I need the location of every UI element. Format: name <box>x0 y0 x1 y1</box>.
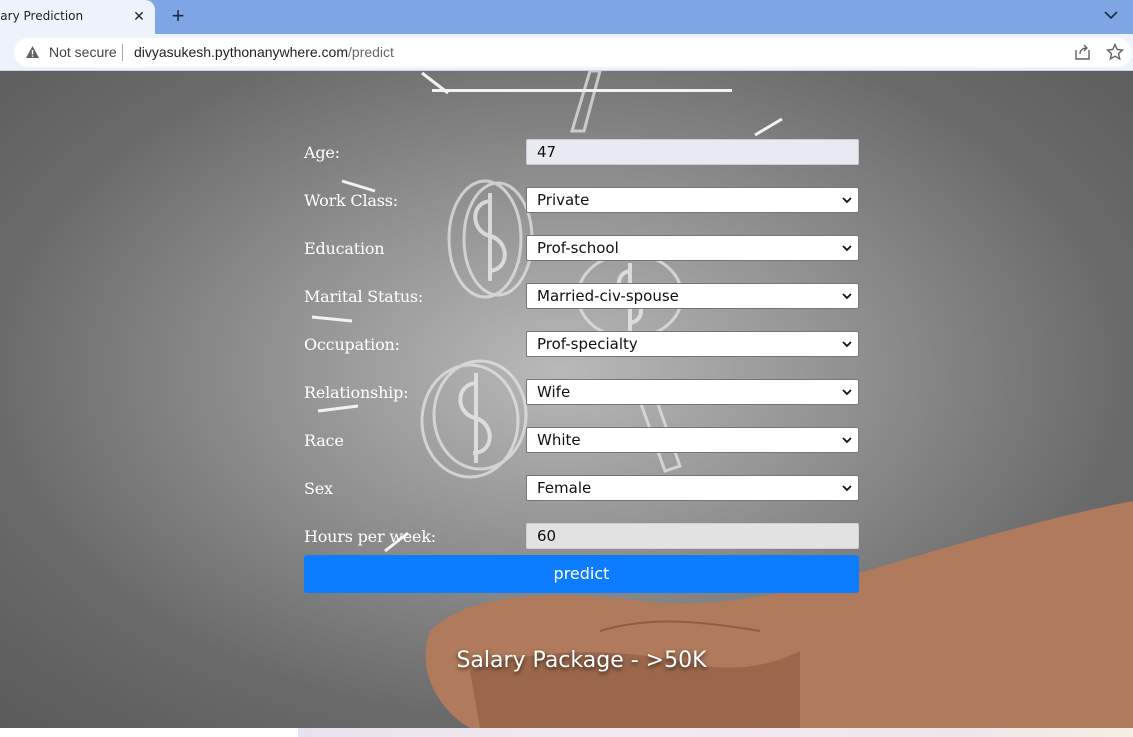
relationship-select[interactable]: Wife <box>526 379 859 405</box>
hours-per-week-input[interactable]: 60 <box>526 523 859 549</box>
sex-label: Sex <box>304 479 333 498</box>
marital-status-select[interactable]: Married-civ-spouse <box>526 283 859 309</box>
url-text[interactable]: divyasukesh.pythonanywhere.com/predict <box>134 44 394 60</box>
tab-title: Salary Prediction <box>0 9 84 23</box>
chevron-down-icon <box>842 485 852 492</box>
title-divider <box>432 89 732 92</box>
education-row: Education Prof-school <box>304 235 859 263</box>
url-separator <box>122 44 123 61</box>
work-class-label: Work Class: <box>304 191 398 210</box>
chevron-down-icon <box>842 341 852 348</box>
age-row: Age: 47 <box>304 139 859 167</box>
occupation-label: Occupation: <box>304 335 400 354</box>
chevron-down-icon <box>842 245 852 252</box>
chevron-down-icon[interactable] <box>1100 4 1122 26</box>
education-value: Prof-school <box>537 239 619 257</box>
marital-status-value: Married-civ-spouse <box>537 287 679 305</box>
sex-row: Sex Female <box>304 475 859 503</box>
url-input[interactable]: Not secure divyasukesh.pythonanywhere.co… <box>14 38 1132 67</box>
prediction-result: Salary Package - >50K <box>456 648 707 673</box>
close-tab-icon[interactable]: ✕ <box>131 7 147 25</box>
age-label: Age: <box>304 143 340 162</box>
browser-tab-bar: Salary Prediction ✕ + <box>0 0 1133 34</box>
hours-per-week-label: Hours per week: <box>304 527 437 546</box>
relationship-value: Wife <box>537 383 571 401</box>
url-host: divyasukesh.pythonanywhere.com <box>134 44 349 60</box>
relationship-label: Relationship: <box>304 383 409 402</box>
education-select[interactable]: Prof-school <box>526 235 859 261</box>
browser-tab[interactable]: Salary Prediction ✕ <box>0 0 155 34</box>
sex-value: Female <box>537 479 592 497</box>
race-row: Race White <box>304 427 859 455</box>
education-label: Education <box>304 239 385 258</box>
marital-status-row: Marital Status: Married-civ-spouse <box>304 283 859 311</box>
not-secure-label[interactable]: Not secure <box>49 44 117 60</box>
chevron-down-icon <box>842 293 852 300</box>
race-label: Race <box>304 431 344 450</box>
relationship-row: Relationship: Wife <box>304 379 859 407</box>
new-tab-icon[interactable]: + <box>167 5 189 27</box>
bottom-strip <box>0 728 1133 737</box>
marital-status-label: Marital Status: <box>304 287 424 306</box>
share-icon[interactable] <box>1074 44 1091 61</box>
warning-icon[interactable] <box>25 45 40 59</box>
sex-select[interactable]: Female <box>526 475 859 501</box>
address-bar: Not secure divyasukesh.pythonanywhere.co… <box>0 34 1133 71</box>
race-value: White <box>537 431 581 449</box>
age-input[interactable]: 47 <box>526 139 859 165</box>
occupation-select[interactable]: Prof-specialty <box>526 331 859 357</box>
page-background: Age: 47 Work Class: Private Education Pr… <box>0 71 1133 728</box>
chevron-down-icon <box>842 437 852 444</box>
occupation-row: Occupation: Prof-specialty <box>304 331 859 359</box>
bottom-strip-image <box>298 728 1133 737</box>
predict-button[interactable]: predict <box>304 555 859 593</box>
chevron-down-icon <box>842 389 852 396</box>
race-select[interactable]: White <box>526 427 859 453</box>
work-class-row: Work Class: Private <box>304 187 859 215</box>
work-class-value: Private <box>537 191 590 209</box>
hours-per-week-row: Hours per week: 60 <box>304 523 859 551</box>
chevron-down-icon <box>842 197 852 204</box>
bookmark-star-icon[interactable] <box>1106 43 1124 61</box>
occupation-value: Prof-specialty <box>537 335 638 353</box>
work-class-select[interactable]: Private <box>526 187 859 213</box>
url-path: /predict <box>348 44 394 60</box>
